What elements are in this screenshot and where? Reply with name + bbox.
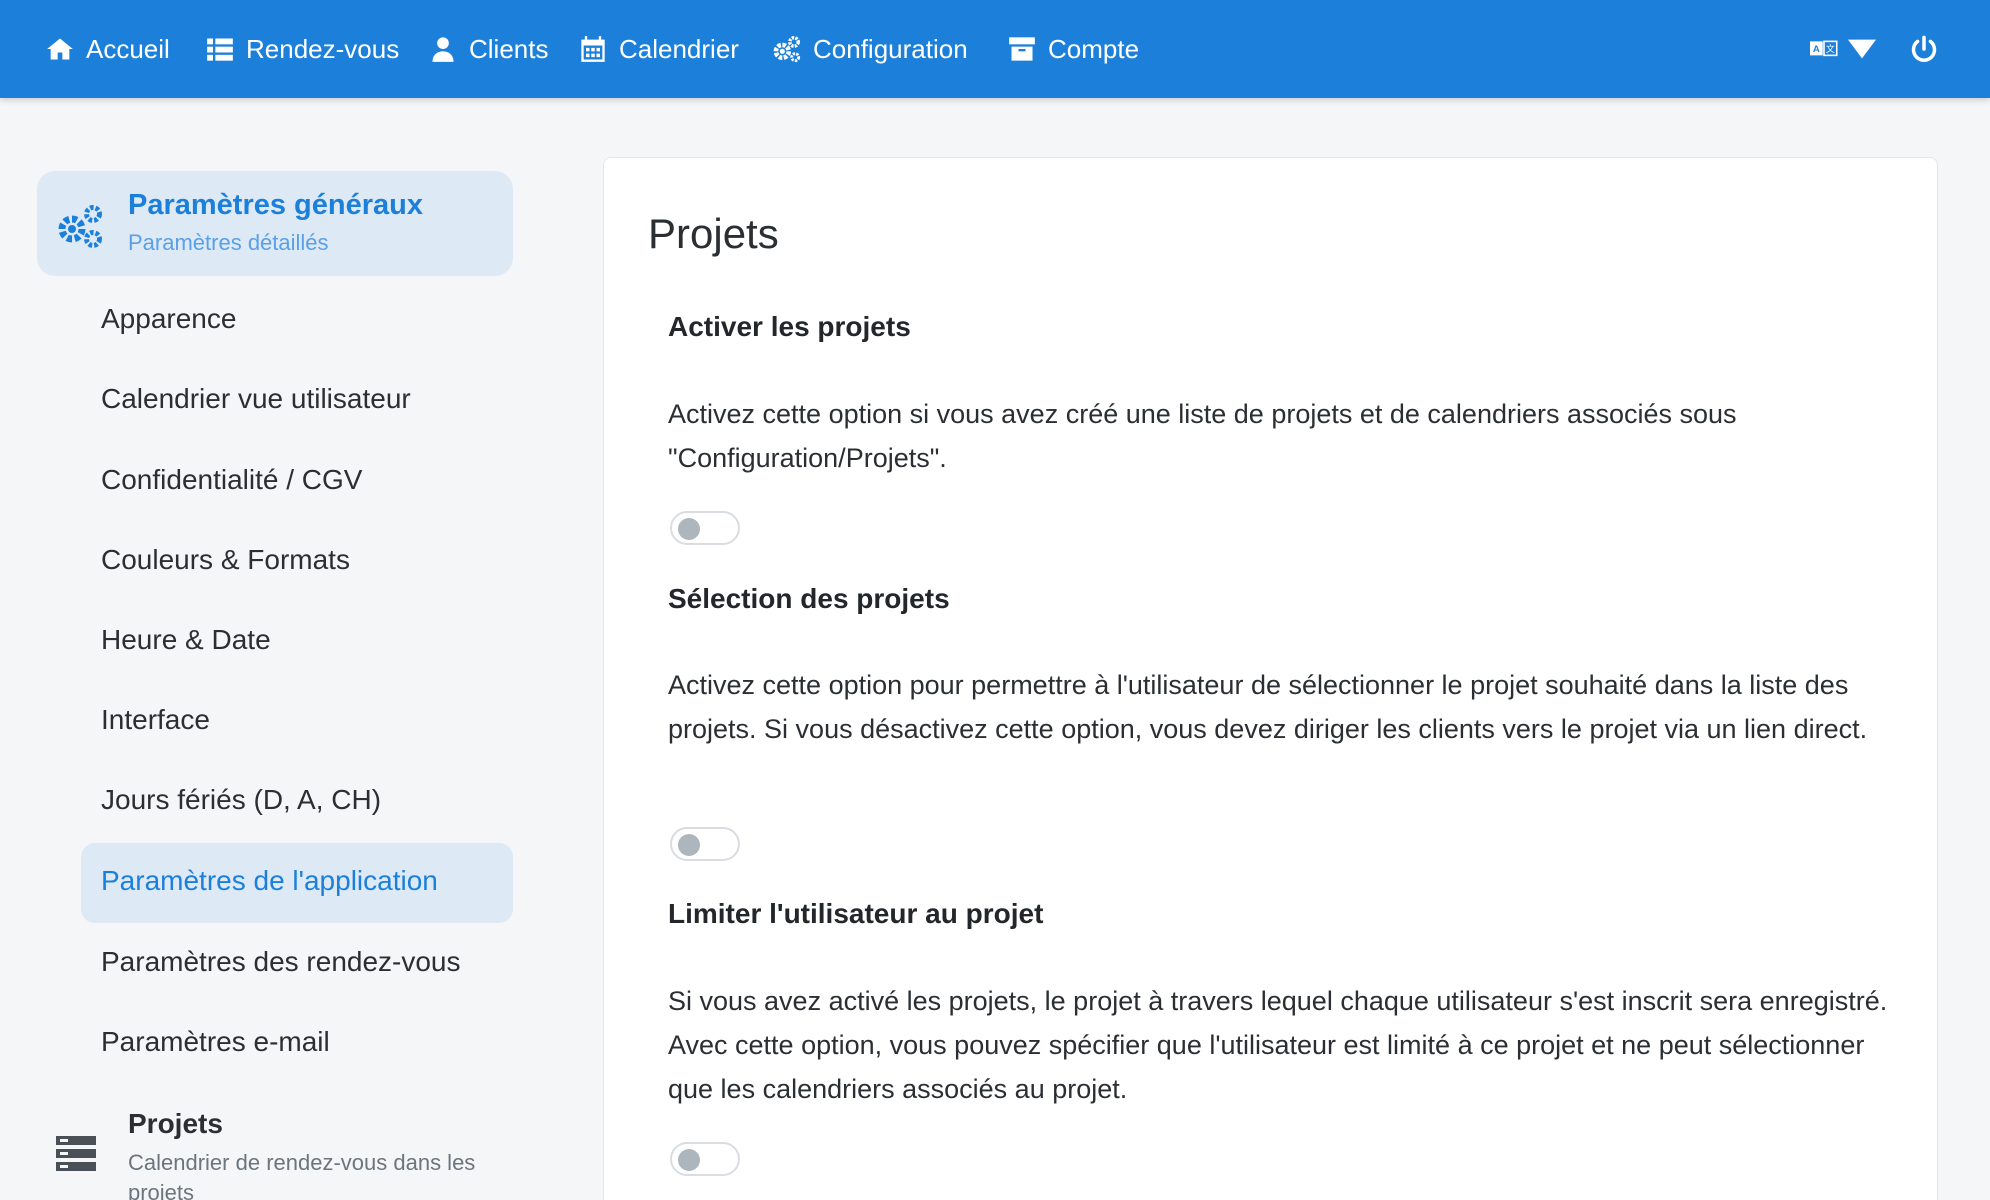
cogs-icon xyxy=(55,203,103,249)
sidebar-subsection-subtitle: Calendrier de rendez-vous dans les proje… xyxy=(128,1150,476,1200)
sidebar-subsection-projets[interactable]: Projets Calendrier de rendez-vous dans l… xyxy=(37,1100,513,1200)
nav-label: Clients xyxy=(469,33,549,64)
sidebar-item-apparence[interactable]: Apparence xyxy=(101,303,236,335)
toggle-knob xyxy=(678,518,700,540)
toggle-limiter-utilisateur[interactable] xyxy=(670,1142,740,1176)
language-icon: A文 xyxy=(1810,35,1838,63)
nav-label: Calendrier xyxy=(619,33,739,64)
sidebar-item-couleurs-formats[interactable]: Couleurs & Formats xyxy=(101,544,350,576)
svg-text:A: A xyxy=(1813,44,1820,55)
toggle-knob xyxy=(678,1149,700,1171)
top-navbar: Accueil Rendez-vous Clients Calendrier C… xyxy=(0,0,1990,98)
power-icon xyxy=(1910,35,1938,63)
nav-label: Accueil xyxy=(86,33,170,64)
toggle-knob xyxy=(678,834,700,856)
section-title-limiter-utilisateur: Limiter l'utilisateur au projet xyxy=(668,898,1044,929)
section-text-selection-projets: Activez cette option pour permettre à l'… xyxy=(668,670,1868,744)
nav-rendez-vous[interactable]: Rendez-vous xyxy=(205,0,399,98)
nav-compte[interactable]: Compte xyxy=(1007,0,1139,98)
language-dropdown[interactable]: A文 xyxy=(1810,0,1876,98)
sidebar-item-parametres-email[interactable]: Paramètres e-mail xyxy=(101,1026,330,1058)
nav-label: Configuration xyxy=(813,33,968,64)
toggle-activer-projets[interactable] xyxy=(670,511,740,545)
list-icon xyxy=(205,34,235,64)
sidebar-item-confidentialite[interactable]: Confidentialité / CGV xyxy=(101,464,362,496)
sidebar-item-interface[interactable]: Interface xyxy=(101,704,210,736)
user-icon xyxy=(428,34,458,64)
nav-label: Rendez-vous xyxy=(246,33,400,64)
chevron-down-icon xyxy=(1848,35,1876,63)
svg-text:文: 文 xyxy=(1826,43,1835,55)
section-text-activer-projets: Activez cette option si vous avez créé u… xyxy=(668,399,1737,473)
section-title-activer-projets: Activer les projets xyxy=(668,311,911,342)
sidebar-item-parametres-application[interactable]: Paramètres de l'application xyxy=(101,865,438,897)
settings-card: Projets Activer les projets Activez cett… xyxy=(603,157,1938,1200)
nav-label: Compte xyxy=(1048,33,1140,64)
sidebar-header-subtitle: Paramètres détaillés xyxy=(128,230,329,255)
calendar-icon xyxy=(578,34,608,64)
section-text-limiter-utilisateur: Si vous avez activé les projets, le proj… xyxy=(668,986,1888,1104)
sidebar-item-heure-date[interactable]: Heure & Date xyxy=(101,624,271,656)
server-icon xyxy=(56,1136,96,1172)
sidebar-subsection-title: Projets xyxy=(128,1108,223,1139)
sidebar-header-general-settings[interactable]: Paramètres généraux Paramètres détaillés xyxy=(37,171,513,276)
toggle-selection-projets[interactable] xyxy=(670,827,740,861)
home-icon xyxy=(45,34,75,64)
nav-accueil[interactable]: Accueil xyxy=(45,0,170,98)
nav-configuration[interactable]: Configuration xyxy=(772,0,968,98)
nav-clients[interactable]: Clients xyxy=(428,0,548,98)
archive-icon xyxy=(1007,34,1037,64)
cogs-icon xyxy=(772,34,802,64)
sidebar-header-title: Paramètres généraux xyxy=(128,189,423,221)
power-button[interactable] xyxy=(1910,0,1938,98)
sidebar-item-jours-feries[interactable]: Jours fériés (D, A, CH) xyxy=(101,784,381,816)
page-title: Projets xyxy=(648,210,779,257)
section-title-selection-projets: Sélection des projets xyxy=(668,583,950,614)
nav-calendrier[interactable]: Calendrier xyxy=(578,0,739,98)
sidebar-item-parametres-rendez-vous[interactable]: Paramètres des rendez-vous xyxy=(101,946,461,978)
sidebar-item-calendrier-vue-utilisateur[interactable]: Calendrier vue utilisateur xyxy=(101,383,411,415)
